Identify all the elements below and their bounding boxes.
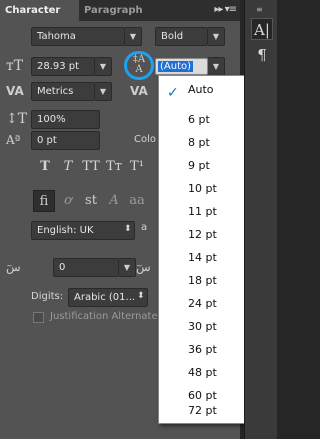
panel-menu-icon[interactable]: ▸▸ ▾≡	[214, 4, 237, 15]
justification-alternates-label: Justification Alternates	[50, 311, 163, 322]
kerning-dropdown[interactable]: ▼	[95, 82, 112, 101]
digits-field[interactable]: Arabic (01...	[68, 288, 148, 307]
old-style-button[interactable]: ơ	[57, 190, 79, 212]
tab-paragraph[interactable]: Paragraph	[79, 0, 148, 21]
font-style-field[interactable]: Bold	[155, 27, 208, 46]
pilcrow-icon[interactable]: ¶	[251, 44, 273, 66]
small-caps-button[interactable]: Tт	[103, 158, 125, 176]
panel-dock: ≡ A| ¶	[244, 0, 277, 439]
font-size-icon: ᴛT	[6, 58, 24, 74]
discretionary-ligatures-button[interactable]: st	[80, 190, 102, 212]
color-label: Colo	[134, 134, 156, 145]
vertical-scale-field[interactable]: 100%	[31, 110, 100, 129]
kashida-field[interactable]: 0	[53, 258, 119, 277]
digits-stepper-icon[interactable]: ⬍	[137, 291, 145, 301]
dock-collapse-icon[interactable]: ≡	[256, 5, 263, 14]
character-icon[interactable]: A|	[251, 18, 273, 40]
font-size-dropdown[interactable]: ▼	[95, 57, 112, 76]
kerning-icon: VA	[6, 84, 24, 98]
leading-icon: ‡A A	[132, 54, 146, 75]
tracking-icon: VA	[130, 84, 148, 98]
kashida-icon: سٓ	[6, 260, 21, 274]
digits-label: Digits:	[31, 291, 64, 302]
faux-italic-button[interactable]: T	[57, 158, 79, 176]
anti-alias-icon: a	[141, 222, 148, 233]
font-family-field[interactable]: Tahoma	[31, 27, 125, 46]
language-stepper-icon[interactable]: ⬍	[124, 224, 132, 234]
faux-bold-button[interactable]: T	[34, 158, 56, 176]
leading-dropdown[interactable]: ▼	[208, 57, 225, 76]
baseline-shift-icon: Aª	[6, 133, 21, 147]
all-caps-button[interactable]: TT	[80, 158, 102, 176]
justification-alternates-checkbox[interactable]	[33, 312, 44, 323]
diacritic-icon: سٓ	[136, 260, 151, 274]
ligatures-button[interactable]: ﬁ	[33, 190, 55, 212]
screen: Character Paragraph ▸▸ ▾≡ Tahoma ▼ Bold …	[0, 0, 277, 439]
leading-field[interactable]: (Auto)	[155, 58, 208, 75]
vertical-scale-icon: ↕T	[6, 111, 28, 127]
tab-bar: Character Paragraph ▸▸ ▾≡	[0, 0, 240, 21]
font-family-dropdown[interactable]: ▼	[125, 27, 142, 46]
leading-value: (Auto)	[158, 61, 194, 72]
kerning-field[interactable]: Metrics	[31, 82, 95, 101]
stylistic-alternates-button[interactable]: aa	[126, 190, 148, 212]
superscript-button[interactable]: T¹	[126, 158, 148, 176]
font-style-dropdown[interactable]: ▼	[208, 27, 225, 46]
checkmark-icon: ✓	[167, 85, 179, 101]
kashida-dropdown[interactable]: ▼	[119, 258, 136, 277]
language-field[interactable]: English: UK	[31, 221, 135, 240]
baseline-shift-field[interactable]: 0 pt	[31, 131, 100, 150]
font-size-field[interactable]: 28.93 pt	[31, 57, 95, 76]
swash-button[interactable]: A	[103, 190, 125, 212]
tab-character[interactable]: Character	[0, 0, 79, 21]
